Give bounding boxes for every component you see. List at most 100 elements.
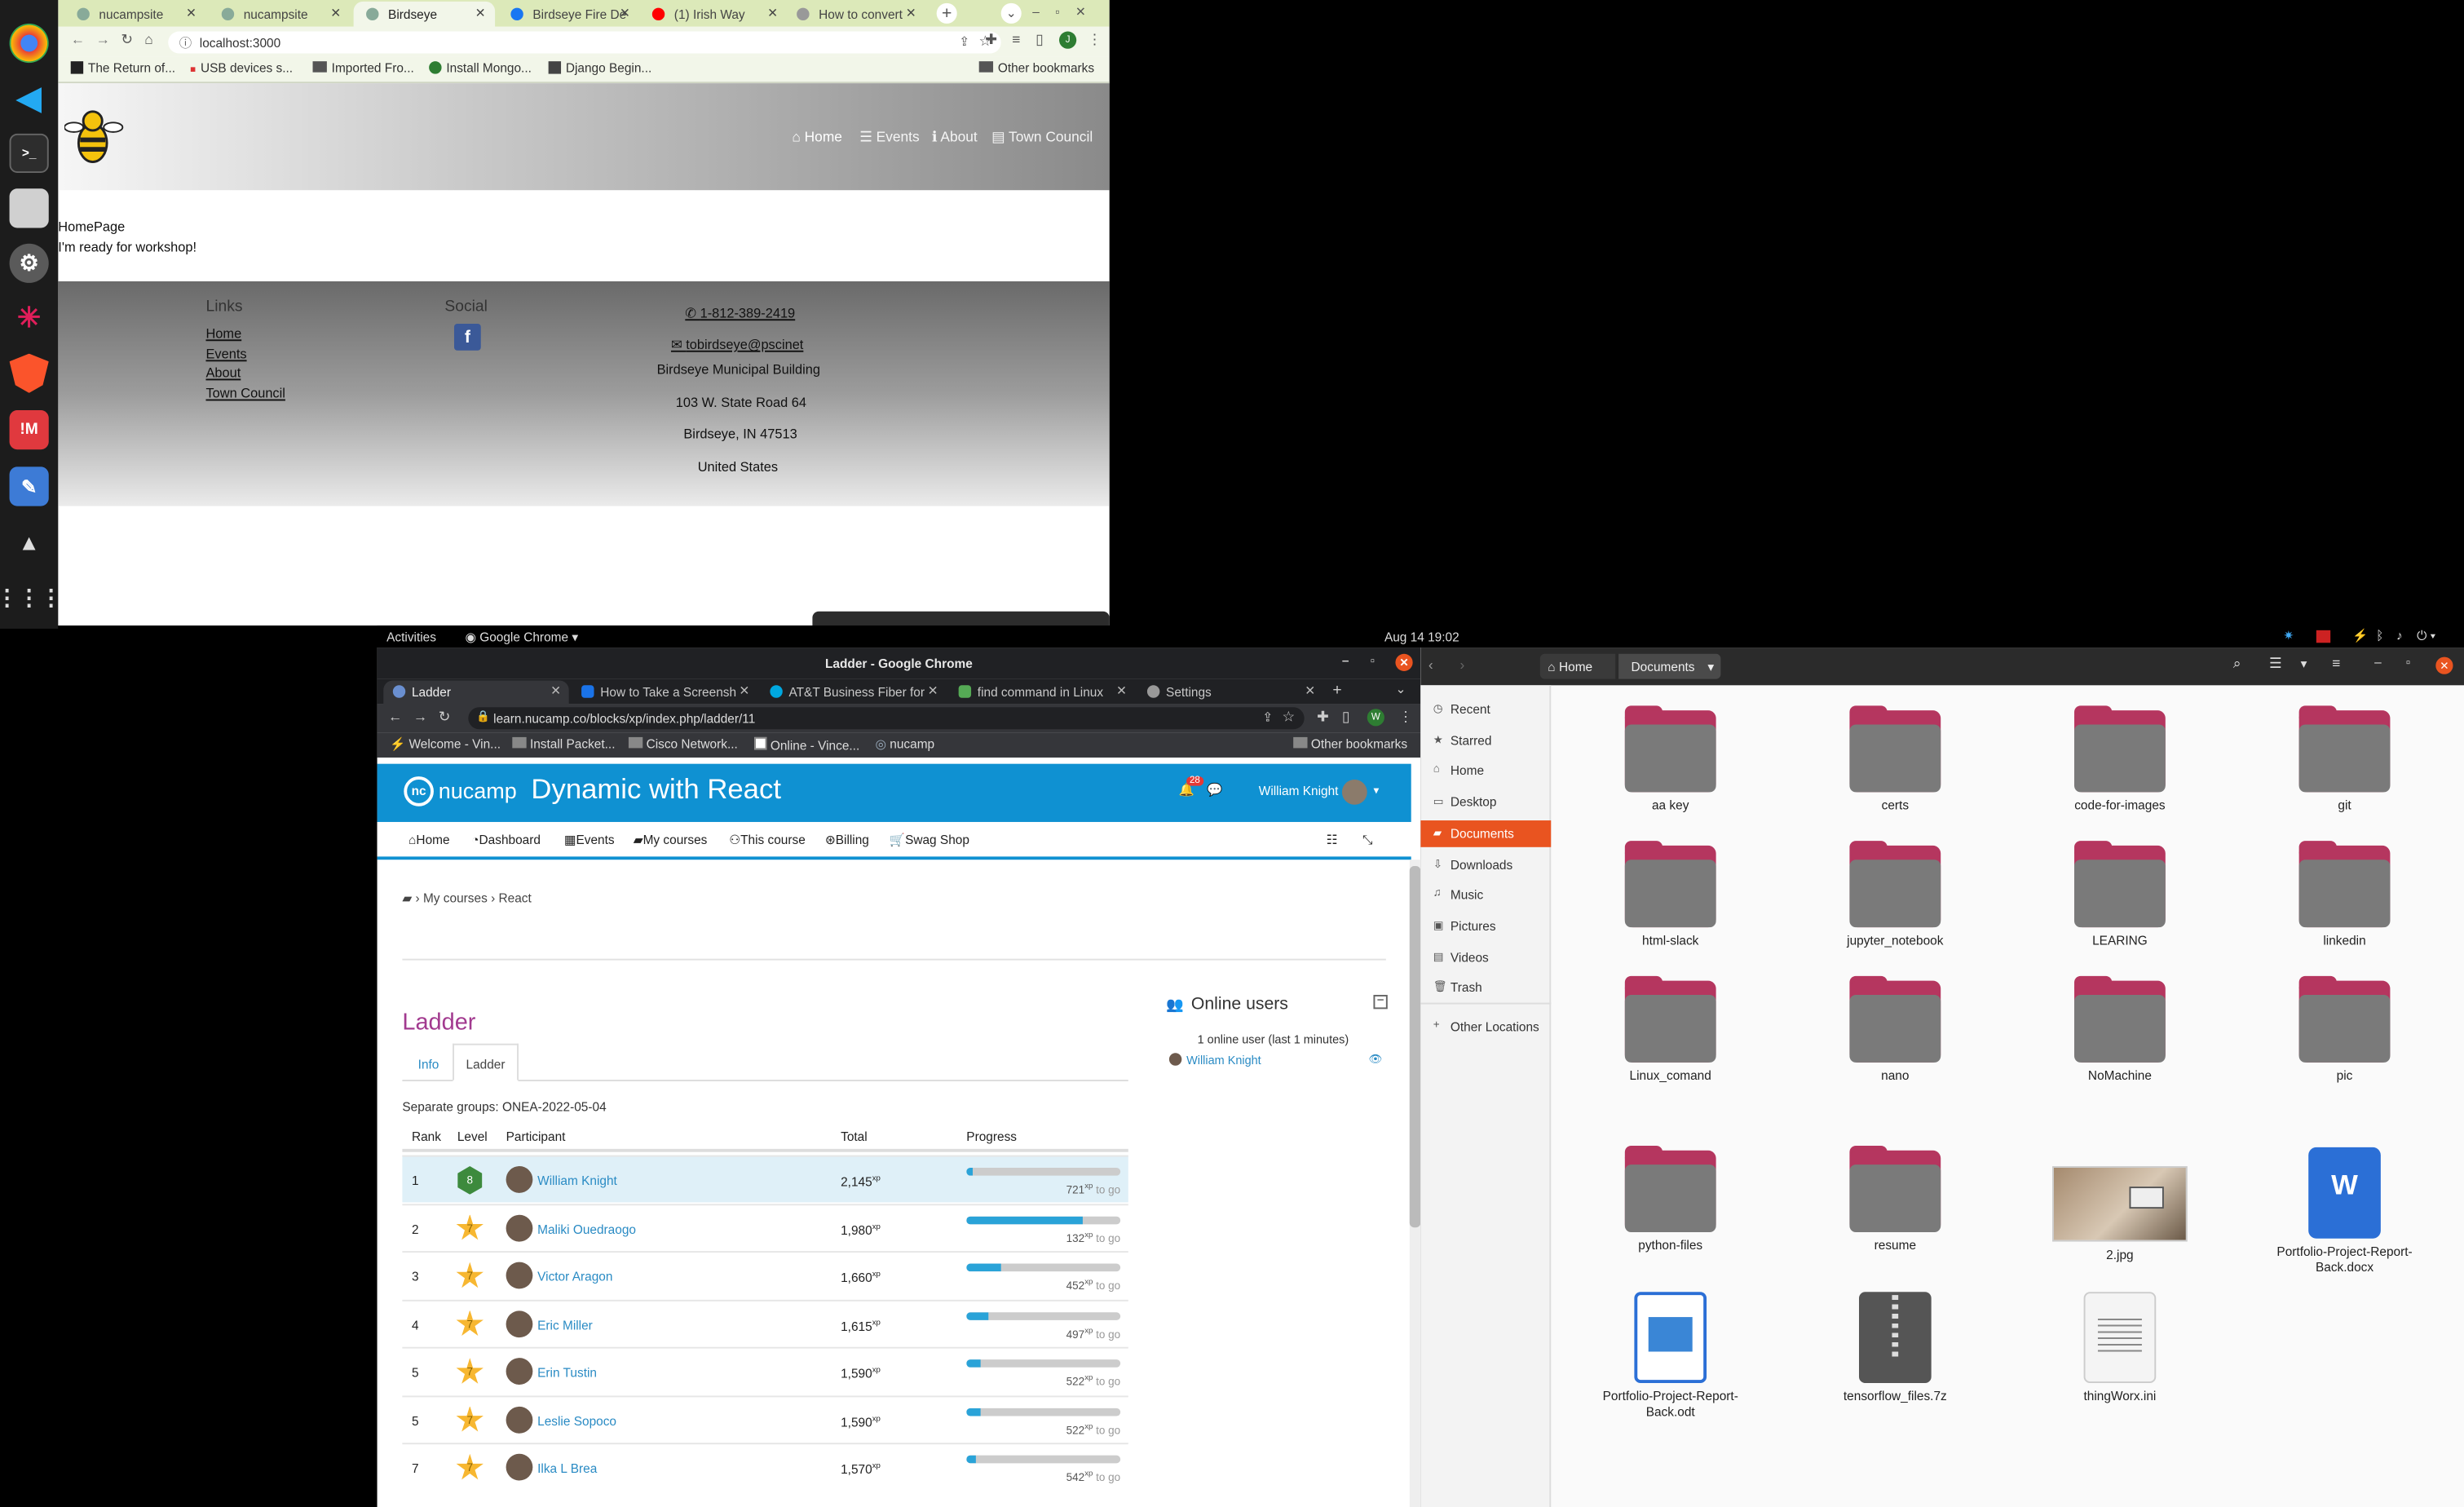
tab-find-command[interactable]: find command in Linux ✕ <box>949 681 1134 705</box>
participant-avatar[interactable] <box>506 1358 533 1385</box>
share-icon[interactable]: ⇪ <box>959 34 969 48</box>
sidebar-item-videos[interactable]: ▤ Videos <box>1420 944 1551 971</box>
bookmark-4[interactable]: Online - Vince... <box>754 736 859 753</box>
meetup-icon[interactable]: !M <box>9 410 49 450</box>
bookmark-5[interactable]: ◎ nucamp <box>876 737 935 751</box>
tab-screenshot[interactable]: How to Take a Screensh ✕ <box>572 681 757 705</box>
participant-link[interactable]: Ilka L Brea <box>537 1461 597 1475</box>
terminal-icon[interactable]: >_ <box>9 133 49 174</box>
visibility-icon[interactable]: 👁 <box>1369 1053 1383 1065</box>
tray-red-icon[interactable] <box>2316 630 2331 643</box>
bookmark-3[interactable]: Imported Fro... <box>312 61 414 76</box>
new-tab-button[interactable]: + <box>936 2 957 24</box>
tab-irish-way[interactable]: (1) Irish Way ✕ <box>639 2 787 27</box>
tab-birdseye[interactable]: Birdseye ✕ <box>353 1 496 27</box>
sidebar-item-music[interactable]: ♫ Music <box>1420 882 1551 908</box>
file-item[interactable]: aa key <box>1584 705 1757 814</box>
address-input[interactable]: ⓘ localhost:3000 ⇪ ☆ <box>168 31 1001 54</box>
close-icon[interactable]: ✕ <box>620 7 630 20</box>
close-icon[interactable]: ✕ <box>906 7 916 20</box>
footer-link-about[interactable]: About <box>205 365 241 380</box>
side-panel-icon[interactable]: ▯ <box>1342 709 1350 726</box>
participant-link[interactable]: Maliki Ouedraogo <box>537 1222 636 1235</box>
close-icon[interactable]: ✕ <box>330 7 341 20</box>
vpn-icon[interactable]: ▲ <box>10 522 49 561</box>
folder-icon[interactable]: ▰ <box>402 891 412 905</box>
sidebar-item-downloads[interactable]: ⇩ Downloads <box>1420 852 1551 879</box>
nucamp-logo-text[interactable]: nucamp <box>439 778 517 803</box>
show-applications-icon[interactable]: ⋮⋮⋮ <box>0 578 62 617</box>
tab-search-icon[interactable]: ⌄ <box>1000 2 1022 24</box>
close-icon[interactable]: ✕ <box>739 683 749 697</box>
file-item[interactable]: jupyter_notebook <box>1808 841 1981 949</box>
participant-avatar[interactable] <box>506 1262 533 1289</box>
online-user-link[interactable]: William Knight <box>1186 1053 1261 1067</box>
participant-avatar[interactable] <box>506 1166 533 1193</box>
file-item[interactable]: NoMachine <box>2033 975 2206 1085</box>
extensions-icon[interactable]: ✚ <box>985 32 997 49</box>
nav-billing[interactable]: ⊛Billing <box>825 833 869 846</box>
vscode-icon[interactable]: ◀ <box>10 78 49 117</box>
file-manager-headerbar[interactable]: ‹ › ⌂ Home Documents ▾ ⌕ ☰ ▾ ≡ – ▫ ✕ <box>1420 647 2464 686</box>
reading-list-icon[interactable]: ≡ <box>1012 32 1020 47</box>
bluetooth-icon[interactable]: ᛒ <box>2376 629 2383 643</box>
footer-link-town-council[interactable]: Town Council <box>205 385 285 400</box>
menu-icon[interactable]: ⋮ <box>1088 32 1102 49</box>
participant-avatar[interactable] <box>506 1213 533 1241</box>
close-window-icon[interactable]: ✕ <box>2435 656 2453 674</box>
minimize-icon[interactable]: – <box>1342 654 1349 668</box>
chevron-down-icon[interactable]: ▾ <box>1373 784 1379 797</box>
nucamp-logo-icon[interactable]: nc <box>404 776 434 807</box>
fullscreen-icon[interactable]: ⤡ <box>1362 833 1372 848</box>
sidebar-item-recent[interactable]: ◷ Recent <box>1420 696 1551 723</box>
path-documents[interactable]: Documents ▾ <box>1618 653 1721 679</box>
bookmark-5[interactable]: Django Begin... <box>548 61 651 76</box>
sidebar-item-other-locations[interactable]: + Other Locations <box>1420 1014 1551 1041</box>
participant-link[interactable]: Erin Tustin <box>537 1366 597 1380</box>
forward-icon[interactable]: → <box>96 32 110 47</box>
bookmark-4[interactable]: Install Mongo... <box>429 61 532 76</box>
view-options-icon[interactable]: ▾ <box>2301 657 2307 671</box>
nav-this-course[interactable]: ⚇This course <box>729 833 806 846</box>
bookmark-3[interactable]: Cisco Network... <box>628 736 738 751</box>
back-icon[interactable]: ← <box>71 32 85 47</box>
file-item[interactable]: tensorflow_files.7z <box>1808 1292 1981 1405</box>
files-icon[interactable] <box>9 188 49 228</box>
file-item[interactable]: thingWorx.ini <box>2033 1292 2206 1405</box>
maximize-icon[interactable]: ▫ <box>2406 656 2410 670</box>
side-panel-icon[interactable]: ▯ <box>1035 32 1044 49</box>
forward-icon[interactable]: → <box>413 709 427 724</box>
text-editor-icon[interactable]: ✎ <box>9 466 49 506</box>
home-icon[interactable]: ⌂ <box>144 32 152 47</box>
participant-link[interactable]: Eric Miller <box>537 1318 593 1332</box>
app-menu[interactable]: ◉ Google Chrome ▾ <box>465 630 578 644</box>
tab-ladder[interactable]: Ladder ✕ <box>383 680 569 705</box>
tab-att[interactable]: AT&T Business Fiber for ✕ <box>761 681 946 705</box>
close-icon[interactable]: ✕ <box>928 683 938 697</box>
profile-avatar[interactable]: W <box>1367 709 1384 727</box>
close-icon[interactable]: ✕ <box>475 7 486 20</box>
nav-dashboard[interactable]: ◔Dashboard <box>471 833 541 846</box>
file-item[interactable]: Portfolio-Project-Report-Back.odt <box>1584 1292 1757 1421</box>
messages-icon[interactable]: 💬 <box>1207 783 1222 797</box>
tray-app-icon[interactable]: ✷ <box>2283 629 2294 643</box>
tab-how-to-convert[interactable]: How to convert ✕ <box>784 2 925 27</box>
page-scrollbar[interactable] <box>1409 860 1421 1507</box>
footer-email[interactable]: ✉ tobirdseye@pscinet <box>671 336 803 353</box>
notifications-icon[interactable]: 🔔 28 <box>1178 776 1203 797</box>
participant-avatar[interactable] <box>506 1310 533 1337</box>
brave-icon[interactable] <box>9 353 49 393</box>
back-icon[interactable]: ← <box>388 709 402 724</box>
file-item[interactable]: python-files <box>1584 1146 1757 1254</box>
search-icon[interactable]: ⌕ <box>2233 656 2241 673</box>
groups-label[interactable]: Separate groups: ONEA-2022-05-04 <box>402 1100 606 1114</box>
tab-settings[interactable]: Settings ✕ <box>1137 681 1323 705</box>
user-menu-name[interactable]: William Knight <box>1259 784 1339 798</box>
tab-nucampsite-2[interactable]: nucampsite ✕ <box>209 2 350 27</box>
nav-events[interactable]: ☰ Events <box>859 129 919 146</box>
nav-town-council[interactable]: ▤ Town Council <box>991 129 1093 146</box>
chrome-icon[interactable] <box>9 23 49 64</box>
file-item[interactable]: pic <box>2259 975 2431 1085</box>
file-item[interactable]: LEARING <box>2033 841 2206 949</box>
profile-avatar[interactable]: J <box>1059 31 1077 49</box>
